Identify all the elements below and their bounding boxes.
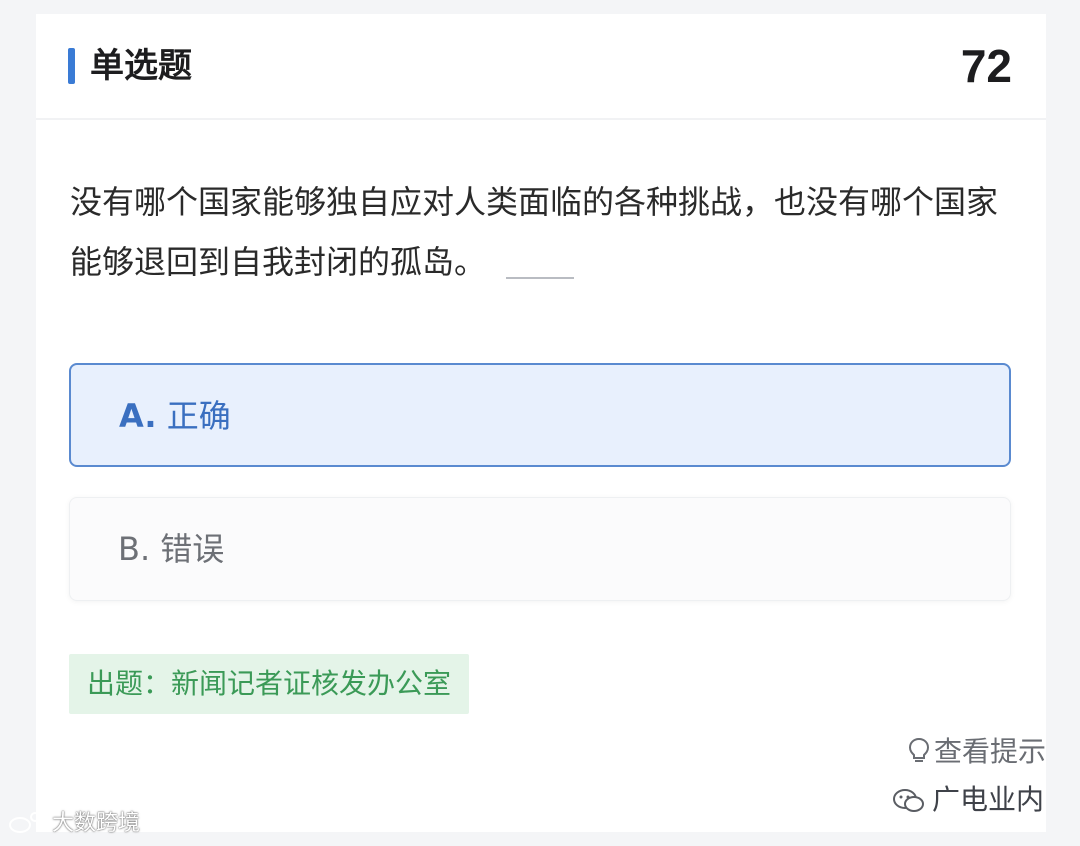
option-b-button[interactable]: B. 错误: [69, 497, 1011, 601]
wechat-icon: [892, 789, 924, 812]
option-a-text: A. 正确: [119, 391, 231, 441]
view-hint-label: 查看提示: [933, 735, 1046, 768]
card-header: 单选题 72: [36, 14, 1046, 120]
watermark-right: 广电业内: [892, 780, 1044, 820]
question-text-block: 没有哪个国家能够独自应对人类面临的各种挑战，也没有哪个国家能够退回到自我封闭的孤…: [70, 172, 1020, 292]
view-hint-button[interactable]: 查看提示: [908, 730, 1046, 774]
option-a-button[interactable]: A. 正确: [69, 363, 1011, 467]
question-card: 单选题 72 没有哪个国家能够独自应对人类面临的各种挑战，也没有哪个国家能够退回…: [36, 14, 1046, 832]
weibo-icon: [9, 812, 48, 833]
option-b-text: B. 错误: [118, 524, 224, 574]
watermark-right-text: 广电业内: [931, 783, 1044, 816]
question-number: 72: [960, 40, 1012, 92]
question-text: 没有哪个国家能够独自应对人类面临的各种挑战，也没有哪个国家能够退回到自我封闭的孤…: [70, 183, 999, 281]
watermark-left-text: 大数跨境: [52, 811, 141, 836]
option-a-label: 正确: [166, 397, 231, 435]
answer-blank: [506, 277, 575, 279]
option-b-label: 错误: [160, 530, 225, 568]
lightbulb-icon: [908, 737, 929, 762]
question-source-tag: 出题：新闻记者证核发办公室: [69, 654, 470, 714]
watermark-left: 大数跨境: [8, 806, 140, 842]
question-type-title: 单选题: [90, 46, 192, 86]
option-b-letter: B.: [118, 530, 151, 568]
quiz-page: 单选题 72 没有哪个国家能够独自应对人类面临的各种挑战，也没有哪个国家能够退回…: [0, 0, 1080, 846]
option-a-letter: A.: [119, 397, 157, 435]
title-accent-bar: [68, 48, 75, 84]
